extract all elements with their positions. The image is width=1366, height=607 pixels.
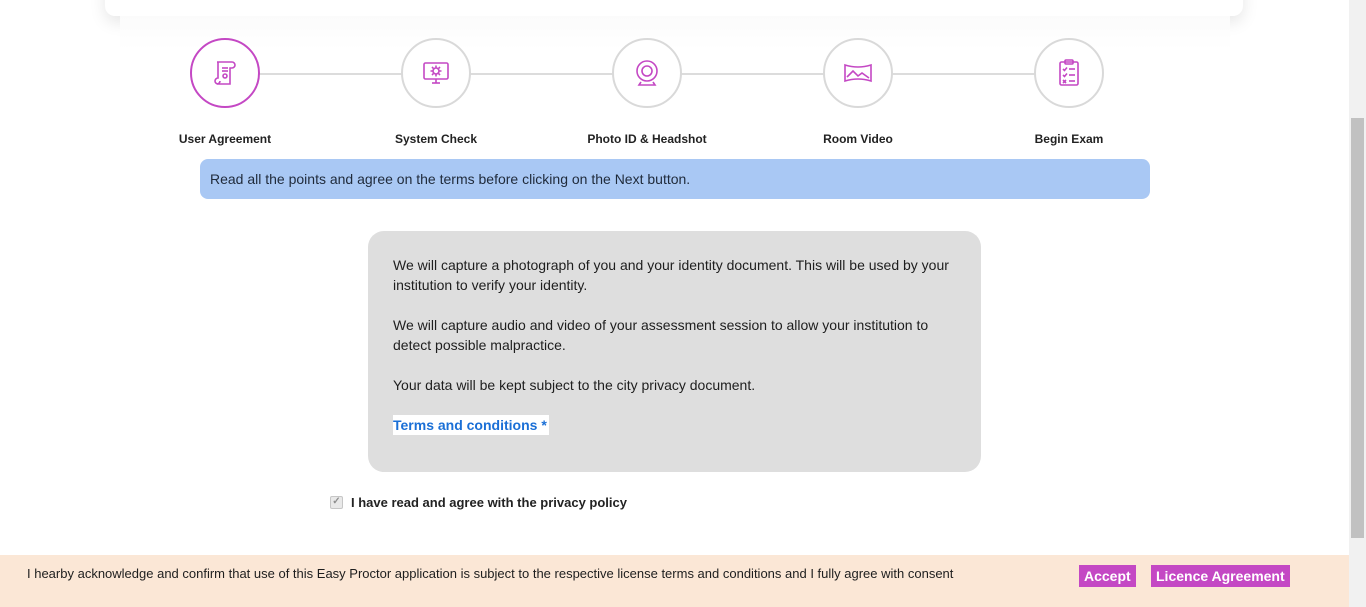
step-photo-id[interactable]: Photo ID & Headshot [567,38,727,146]
step-room-video[interactable]: Room Video [778,38,938,146]
webcam-icon [636,60,658,86]
progress-stepper: User Agreement System Check Photo ID & H… [0,0,1349,150]
privacy-agree-label: I have read and agree with the privacy p… [351,494,627,510]
step-circle [823,38,893,108]
instruction-text: Read all the points and agree on the ter… [210,171,691,187]
consent-bar: I hearby acknowledge and confirm that us… [0,555,1349,607]
step-circle [1034,38,1104,108]
licence-agreement-button[interactable]: Licence Agreement [1151,565,1290,587]
scrollbar-thumb[interactable] [1351,118,1364,538]
clipboard-checklist-icon [1059,59,1079,86]
privacy-agree-checkbox[interactable]: ✓ [330,495,343,509]
step-label: Begin Exam [1034,132,1104,146]
step-circle [612,38,682,108]
terms-and-conditions-link[interactable]: Terms and conditions * [393,415,549,435]
step-circle [401,38,471,108]
terms-paragraph: We will capture audio and video of your … [393,317,929,353]
terms-panel: We will capture a photograph of you and … [368,231,981,472]
step-system-check[interactable]: System Check [356,38,516,146]
step-user-agreement[interactable]: User Agreement [145,38,305,146]
step-label: Photo ID & Headshot [587,132,707,146]
instruction-banner: Read all the points and agree on the ter… [200,159,1150,199]
step-label: System Check [394,132,478,146]
scroll-document-icon [214,61,236,85]
step-label: User Agreement [178,132,272,146]
terms-paragraph: Your data will be kept subject to the ci… [393,377,756,393]
panorama-image-icon [844,63,872,83]
accept-button[interactable]: Accept [1079,565,1136,587]
monitor-gear-icon [423,62,449,84]
consent-text: I hearby acknowledge and confirm that us… [27,566,954,581]
terms-paragraph: We will capture a photograph of you and … [393,257,949,293]
step-label: Room Video [823,132,893,146]
step-circle [190,38,260,108]
step-begin-exam[interactable]: Begin Exam [989,38,1149,146]
privacy-agree-row: ✓ I have read and agree with the privacy… [330,494,627,510]
